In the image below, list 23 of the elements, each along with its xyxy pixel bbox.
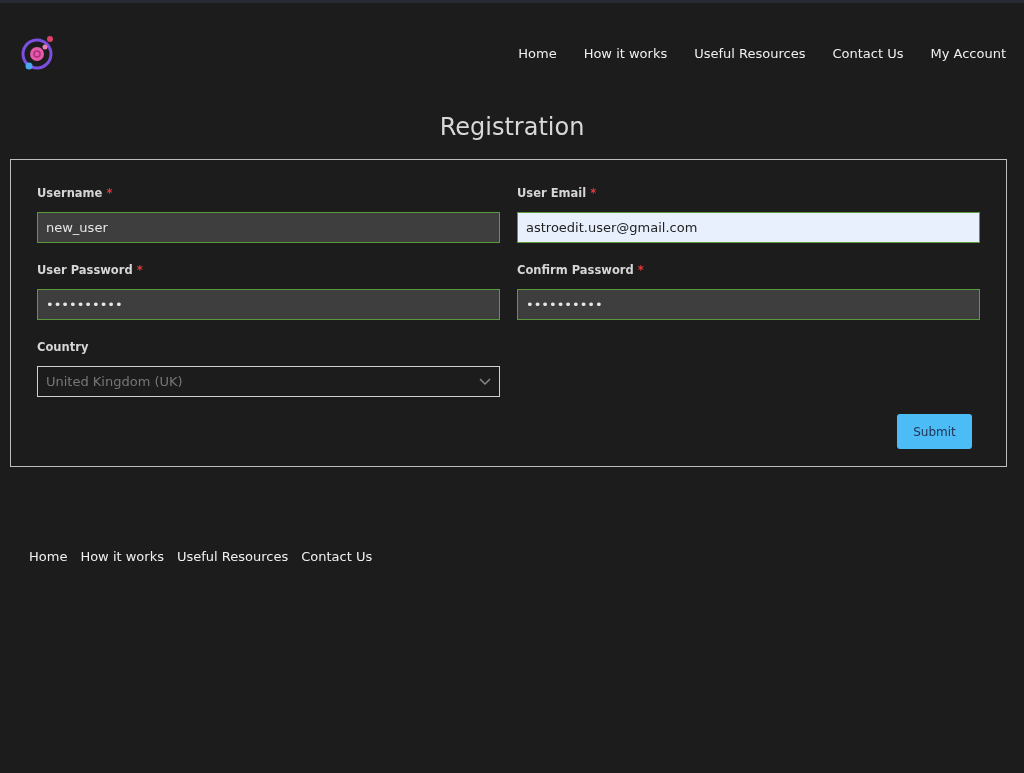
chevron-down-icon [479, 377, 491, 386]
input-field[interactable]: •••••••••• [37, 289, 500, 320]
country-select[interactable]: United Kingdom (UK) [37, 366, 500, 397]
nav-link[interactable]: My Account [930, 45, 1006, 61]
page-title: Registration [438, 113, 586, 141]
field-label: User Email * [517, 186, 598, 200]
orbit-logo-icon[interactable] [20, 35, 56, 71]
nav-link[interactable]: How it works [583, 45, 668, 61]
submit-button[interactable]: Submit [897, 414, 972, 449]
footer-link[interactable]: How it works [80, 549, 164, 564]
input-field[interactable]: •••••••••• [517, 289, 980, 320]
field-label: Country [37, 340, 90, 354]
input-field[interactable]: new_user [37, 212, 500, 243]
nav-link[interactable]: Useful Resources [694, 45, 806, 61]
field-label: User Password * [37, 263, 144, 277]
input-field[interactable]: astroedit.user@gmail.com [517, 212, 980, 243]
nav-link[interactable]: Contact Us [832, 45, 904, 61]
footer-link[interactable]: Useful Resources [176, 549, 289, 564]
footer-link[interactable]: Contact Us [301, 549, 373, 564]
field-label: Username * [37, 186, 114, 200]
footer-link[interactable]: Home [29, 549, 68, 564]
nav-link[interactable]: Home [518, 45, 557, 61]
field-label: Confirm Password * [517, 263, 645, 277]
